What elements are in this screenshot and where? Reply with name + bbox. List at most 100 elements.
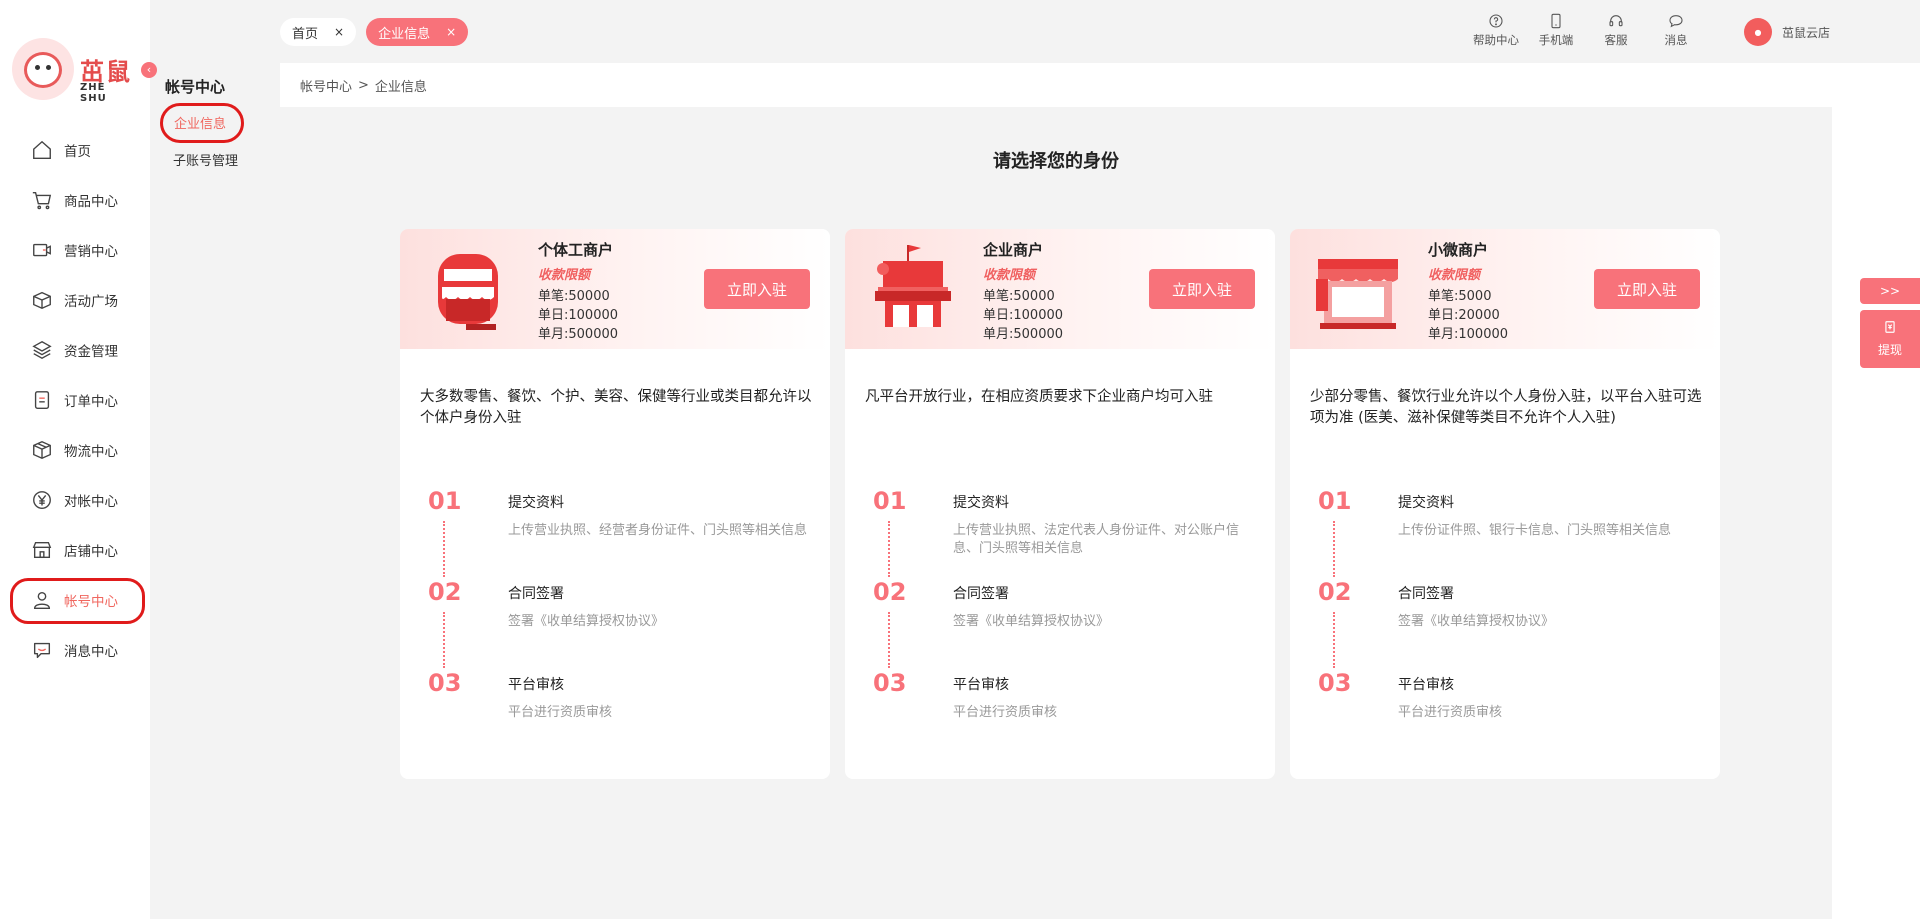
step-connector	[888, 612, 890, 668]
nav-item-account[interactable]: 帐号中心	[0, 575, 150, 625]
merchant-card-enterprise: 企业商户 收款限额 单笔:50000 单日:100000 单月:500000 立…	[845, 229, 1275, 779]
merchant-type-name: 小微商户	[1428, 241, 1489, 259]
page-tabs: 首页 × 企业信息 ×	[280, 18, 469, 46]
merchant-description: 大多数零售、餐饮、个护、美容、保健等行业或类目都允许以个体户身份入驻	[420, 389, 812, 426]
nav-item-reconcile[interactable]: 对帐中心	[0, 475, 150, 525]
step-title: 提交资料	[1398, 495, 1454, 511]
toolbar-label: 帮助中心	[1472, 33, 1519, 47]
step-title: 平台审核	[953, 677, 1009, 693]
step-connector	[443, 612, 445, 668]
step-description: 签署《收单结算授权协议》	[508, 614, 665, 629]
breadcrumb-parent[interactable]: 帐号中心	[300, 76, 352, 95]
nav-item-marketing[interactable]: 营销中心	[0, 225, 150, 275]
close-icon[interactable]: ×	[446, 25, 456, 39]
breadcrumb-current: 企业信息	[374, 79, 427, 95]
card-header: 小微商户 收款限额 单笔:5000 单日:20000 单月:100000 立即入…	[1290, 229, 1720, 349]
limit-label: 收款限额	[983, 268, 1036, 283]
subnav-item-company-info[interactable]: 企业信息	[160, 103, 244, 143]
card-header: 企业商户 收款限额 单笔:50000 单日:100000 单月:500000 立…	[845, 229, 1275, 349]
customer-service-button[interactable]: 客服	[1586, 12, 1646, 48]
toolbar-label: 客服	[1604, 33, 1628, 47]
sub-sidebar-title: 帐号中心	[165, 78, 226, 96]
step-number: 01	[428, 487, 462, 515]
cart-icon	[30, 188, 54, 212]
step-number: 01	[1318, 487, 1352, 515]
merchant-card-individual: 个体工商户 收款限额 单笔:50000 单日:100000 单月:500000 …	[400, 229, 830, 779]
mailbox-booth-icon	[418, 239, 518, 339]
step-item: 01 提交资料 上传份证件照、银行卡信息、门头照等相关信息	[1318, 487, 1708, 578]
expand-button[interactable]: >>	[1860, 278, 1920, 304]
step-item: 03 平台审核 平台进行资质审核	[428, 669, 818, 760]
tab-label: 首页	[292, 26, 319, 42]
step-number: 02	[428, 578, 462, 606]
nav-label: 订单中心	[64, 394, 118, 410]
nav-item-orders[interactable]: 订单中心	[0, 375, 150, 425]
nav-item-messages[interactable]: 消息中心	[0, 625, 150, 675]
limit-per-month: 单月:500000	[983, 327, 1064, 342]
merchant-info: 个体工商户 收款限额 单笔:50000 单日:100000 单月:500000	[538, 239, 618, 344]
yen-icon	[30, 488, 54, 512]
join-now-button[interactable]: 立即入驻	[704, 269, 810, 309]
phone-icon	[1547, 12, 1565, 30]
marketing-icon	[30, 238, 54, 262]
withdraw-label: 提现	[1877, 343, 1902, 357]
step-item: 01 提交资料 上传营业执照、经营者身份证件、门头照等相关信息	[428, 487, 818, 578]
main-nav: 首页 商品中心 营销中心 活动广场 资金管理 订单中心 物流中心 对帐中心 店铺…	[0, 125, 150, 675]
close-icon[interactable]: ×	[334, 25, 344, 39]
help-icon	[1487, 12, 1505, 30]
step-title: 合同签署	[953, 586, 1009, 602]
message-icon	[30, 638, 54, 662]
nav-item-logistics[interactable]: 物流中心	[0, 425, 150, 475]
onboarding-steps: 01 提交资料 上传份证件照、银行卡信息、门头照等相关信息 02 合同签署 签署…	[1318, 487, 1708, 760]
card-header: 个体工商户 收款限额 单笔:50000 单日:100000 单月:500000 …	[400, 229, 830, 349]
limit-label: 收款限额	[538, 268, 591, 283]
store-icon	[30, 538, 54, 562]
nav-item-funds[interactable]: 资金管理	[0, 325, 150, 375]
step-description: 平台进行资质审核	[1398, 705, 1503, 720]
help-center-button[interactable]: 帮助中心	[1466, 12, 1526, 48]
limit-per-transaction: 单笔:50000	[983, 289, 1055, 304]
step-number: 03	[873, 669, 907, 697]
mascot-icon	[12, 38, 74, 100]
sub-sidebar: 帐号中心 企业信息 子账号管理	[150, 0, 280, 919]
join-now-button[interactable]: 立即入驻	[1149, 269, 1255, 309]
page-title: 请选择您的身份	[993, 151, 1119, 172]
nav-item-activity[interactable]: 活动广场	[0, 275, 150, 325]
subnav-item-sub-accounts[interactable]: 子账号管理	[173, 150, 238, 169]
tab-home[interactable]: 首页 ×	[280, 18, 357, 46]
highlight-ring	[10, 578, 145, 624]
user-menu[interactable]: ● 茁鼠云店	[1743, 18, 1830, 46]
mobile-button[interactable]: 手机端	[1526, 12, 1586, 48]
box-icon	[30, 288, 54, 312]
nav-label: 活动广场	[64, 294, 118, 310]
highlight-ring	[160, 103, 244, 143]
step-description: 平台进行资质审核	[508, 705, 613, 720]
step-description: 签署《收单结算授权协议》	[953, 614, 1110, 629]
breadcrumb-separator: >	[358, 77, 369, 93]
merchant-description: 少部分零售、餐饮行业允许以个人身份入驻，以平台入驻可选项为准 (医美、滋补保健等…	[1310, 389, 1702, 426]
step-title: 合同签署	[508, 586, 564, 602]
step-description: 上传份证件照、银行卡信息、门头照等相关信息	[1398, 523, 1672, 538]
nav-item-goods[interactable]: 商品中心	[0, 175, 150, 225]
step-number: 02	[873, 578, 907, 606]
step-item: 03 平台审核 平台进行资质审核	[1318, 669, 1708, 760]
chat-bubble-icon	[1667, 12, 1685, 30]
home-icon	[30, 138, 54, 162]
toolbar-label: 消息	[1664, 33, 1688, 47]
messages-button[interactable]: 消息	[1646, 12, 1706, 48]
merchant-type-name: 企业商户	[983, 241, 1044, 259]
step-item: 02 合同签署 签署《收单结算授权协议》	[1318, 578, 1708, 669]
step-item: 03 平台审核 平台进行资质审核	[873, 669, 1263, 760]
brand-logo[interactable]: 茁鼠 ZHE SHU	[12, 38, 132, 104]
step-title: 平台审核	[1398, 677, 1454, 693]
withdraw-button[interactable]: 提现	[1860, 310, 1920, 368]
merchant-info: 小微商户 收款限额 单笔:5000 单日:20000 单月:100000	[1428, 239, 1508, 344]
collapse-sidebar-button[interactable]: ‹	[141, 62, 157, 78]
limit-per-month: 单月:100000	[1428, 327, 1509, 342]
step-item: 01 提交资料 上传营业执照、法定代表人身份证件、对公账户信息、门头照等相关信息	[873, 487, 1263, 578]
limit-per-transaction: 单笔:5000	[1428, 289, 1492, 304]
tab-company-info[interactable]: 企业信息 ×	[366, 18, 469, 46]
nav-item-store[interactable]: 店铺中心	[0, 525, 150, 575]
join-now-button[interactable]: 立即入驻	[1594, 269, 1700, 309]
nav-item-home[interactable]: 首页	[0, 125, 150, 175]
